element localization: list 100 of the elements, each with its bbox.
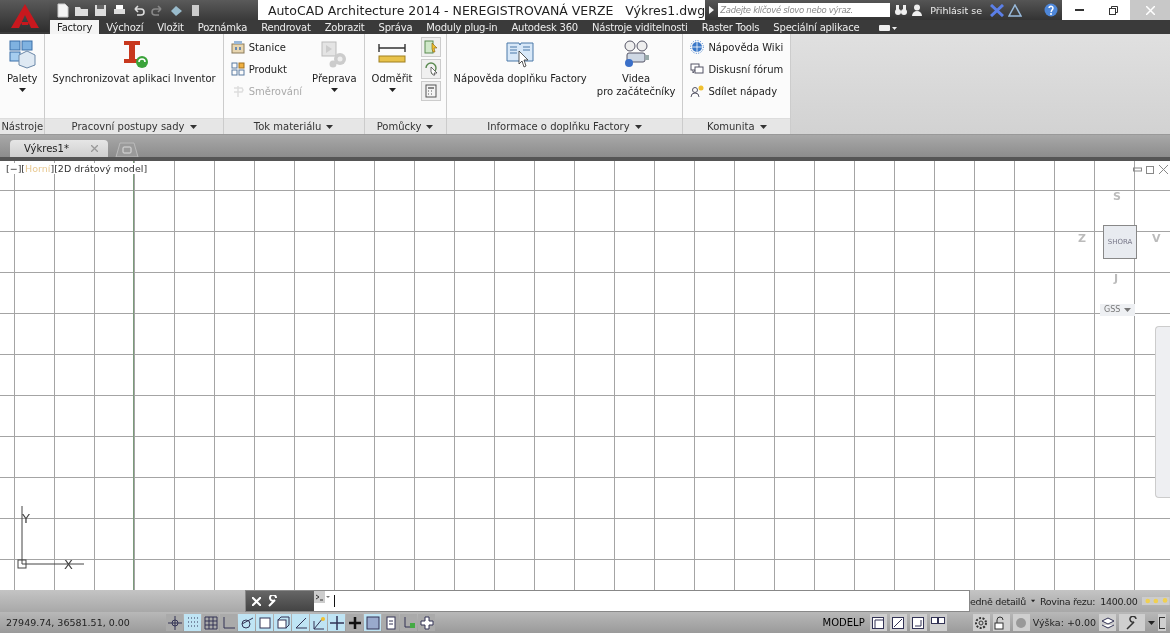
panel-toggle-icon[interactable] [878,23,897,32]
drafting-toggle[interactable] [202,614,219,631]
drafting-toggle[interactable] [310,614,327,631]
caret-icon [1124,308,1132,312]
ribbon-button[interactable]: Sdílet nápady [688,81,786,101]
ribbon-button[interactable]: Nápověda Wiki [688,37,786,57]
ribbon-tab[interactable]: Rendrovat [254,21,318,34]
help-icon[interactable] [1044,3,1058,17]
caret-icon [1030,599,1035,603]
elevation-label: Výška: [1032,617,1064,628]
save-icon[interactable] [93,2,109,18]
ribbon-button[interactable]: Odměřit [369,37,415,94]
cut-plane-value[interactable]: 1400.00 [1100,595,1138,607]
restore-icon[interactable] [1146,165,1155,174]
layers-button[interactable] [1099,614,1116,631]
sign-in-button[interactable]: Přihlásit se [926,4,986,16]
minimize-icon[interactable] [1133,165,1142,173]
ribbon-button[interactable]: Stanice [228,37,305,57]
search-field[interactable]: Zadejte klíčové slovo nebo výraz. [718,3,891,17]
window-title: AutoCAD Architecture 2014 - NEREGISTROVANÁ VERZE Výkres1.dwg [267,2,706,18]
ribbon-tab[interactable]: Výchozí [99,21,151,34]
tool-button[interactable] [420,81,441,101]
coordinate-system-menu[interactable]: GSS [1100,304,1136,316]
triangle-icon[interactable] [1008,3,1022,17]
drafting-toggle[interactable] [238,614,255,631]
ribbon-button[interactable]: Produkt [228,59,305,79]
wrench-icon[interactable] [267,595,279,607]
panel-title-bar[interactable]: Pracovní postupy sady [45,118,223,134]
axis-label: X [64,557,73,572]
annotation-icon [912,616,925,629]
drafting-toggle[interactable] [418,614,435,631]
ribbon-button[interactable]: Nápověda doplňku Factory [451,37,589,87]
globe-icon [690,40,705,54]
ribbon-tab[interactable]: Speciální aplikace [766,21,867,34]
logo-icon [9,3,40,29]
window-icon [1159,616,1165,629]
ribbon-tab[interactable]: Vložit [150,21,191,34]
drafting-toggle[interactable] [382,614,399,631]
prompt-icon[interactable] [314,591,330,603]
caret-icon [426,124,434,129]
ribbon-button[interactable]: Synchronizovat aplikaci Inventor [50,37,218,87]
viewport-controls[interactable]: [−][Horní][2D drátový model] [6,163,148,174]
restore-icon [1108,5,1118,15]
ribbon-tab[interactable]: Raster Tools [694,21,767,34]
fullscreen-button[interactable] [1158,614,1166,631]
drafting-toggle[interactable] [328,614,345,631]
workspace-button[interactable] [972,614,990,631]
close-icon[interactable] [1159,165,1168,174]
drafting-toggle[interactable] [220,614,237,631]
tool-button[interactable] [420,59,441,79]
ribbon-tab[interactable]: Nástroje viditelnosti [584,21,695,34]
ribbon-button[interactable]: Videa pro začátečníky [594,37,678,100]
expand-arrow-icon[interactable] [709,6,715,14]
ribbon-tab[interactable]: Správa [371,21,420,34]
layout-icon [872,616,885,629]
palette-icon [7,39,38,69]
caret-icon [634,124,642,129]
exchange-icon[interactable] [990,3,1004,17]
ribbon-tab[interactable]: Zobrazit [317,21,372,34]
layout-button[interactable] [869,614,887,631]
ribbon-button[interactable]: Diskusní fórum [688,59,786,79]
detail-level[interactable]: edně detailů [970,595,1026,607]
projector-icon [621,39,652,69]
panel-title-bar[interactable]: Pomůcky [364,118,446,134]
drafting-toggle[interactable] [346,614,363,631]
document-tab[interactable]: Výkres1* [10,140,108,157]
ribbon-tab[interactable]: Factory [50,20,100,34]
panel-title-bar[interactable]: Komunita [683,118,791,134]
infer-icon [166,614,183,631]
drafting-toggle[interactable] [184,614,201,631]
viewports-button[interactable] [929,614,947,631]
ribbon-tab[interactable]: Poznámka [190,21,255,34]
ball-icon [1015,616,1028,629]
ribbon-tab[interactable]: Moduly plug-in [419,21,505,34]
axis-label: Y [22,511,30,526]
ribbon-button[interactable]: Přeprava [310,37,359,94]
drafting-toggle[interactable] [364,614,381,631]
customize-button[interactable] [1119,614,1145,631]
user-icon [912,4,923,16]
drafting-toggle[interactable] [256,614,273,631]
new-file-icon[interactable] [55,2,71,18]
elevation-value[interactable]: +0.00 [1066,617,1096,628]
panel-title-bar[interactable]: Tok materiálu [223,118,364,134]
drafting-toggle[interactable] [166,614,183,631]
ribbon-tab[interactable]: Autodesk 360 [504,21,585,34]
panel-title-bar[interactable]: Informace o doplňku Factory [446,118,683,134]
book-cursor-icon [505,39,536,69]
drafting-toggle[interactable] [400,614,417,631]
boxes-icon [230,62,245,76]
cube-snap-icon [274,614,291,631]
drafting-toggle[interactable] [292,614,309,631]
undo-icon[interactable] [131,2,147,18]
model-toggle[interactable]: MODELP [820,614,867,631]
ribbon-button[interactable]: Palety [5,37,40,94]
annotation-button[interactable] [909,614,927,631]
viewport-button[interactable] [889,614,907,631]
drafting-toggle[interactable] [274,614,291,631]
tool-button[interactable] [420,37,441,57]
binoculars-icon[interactable] [894,4,909,16]
lock-button[interactable] [992,614,1010,631]
